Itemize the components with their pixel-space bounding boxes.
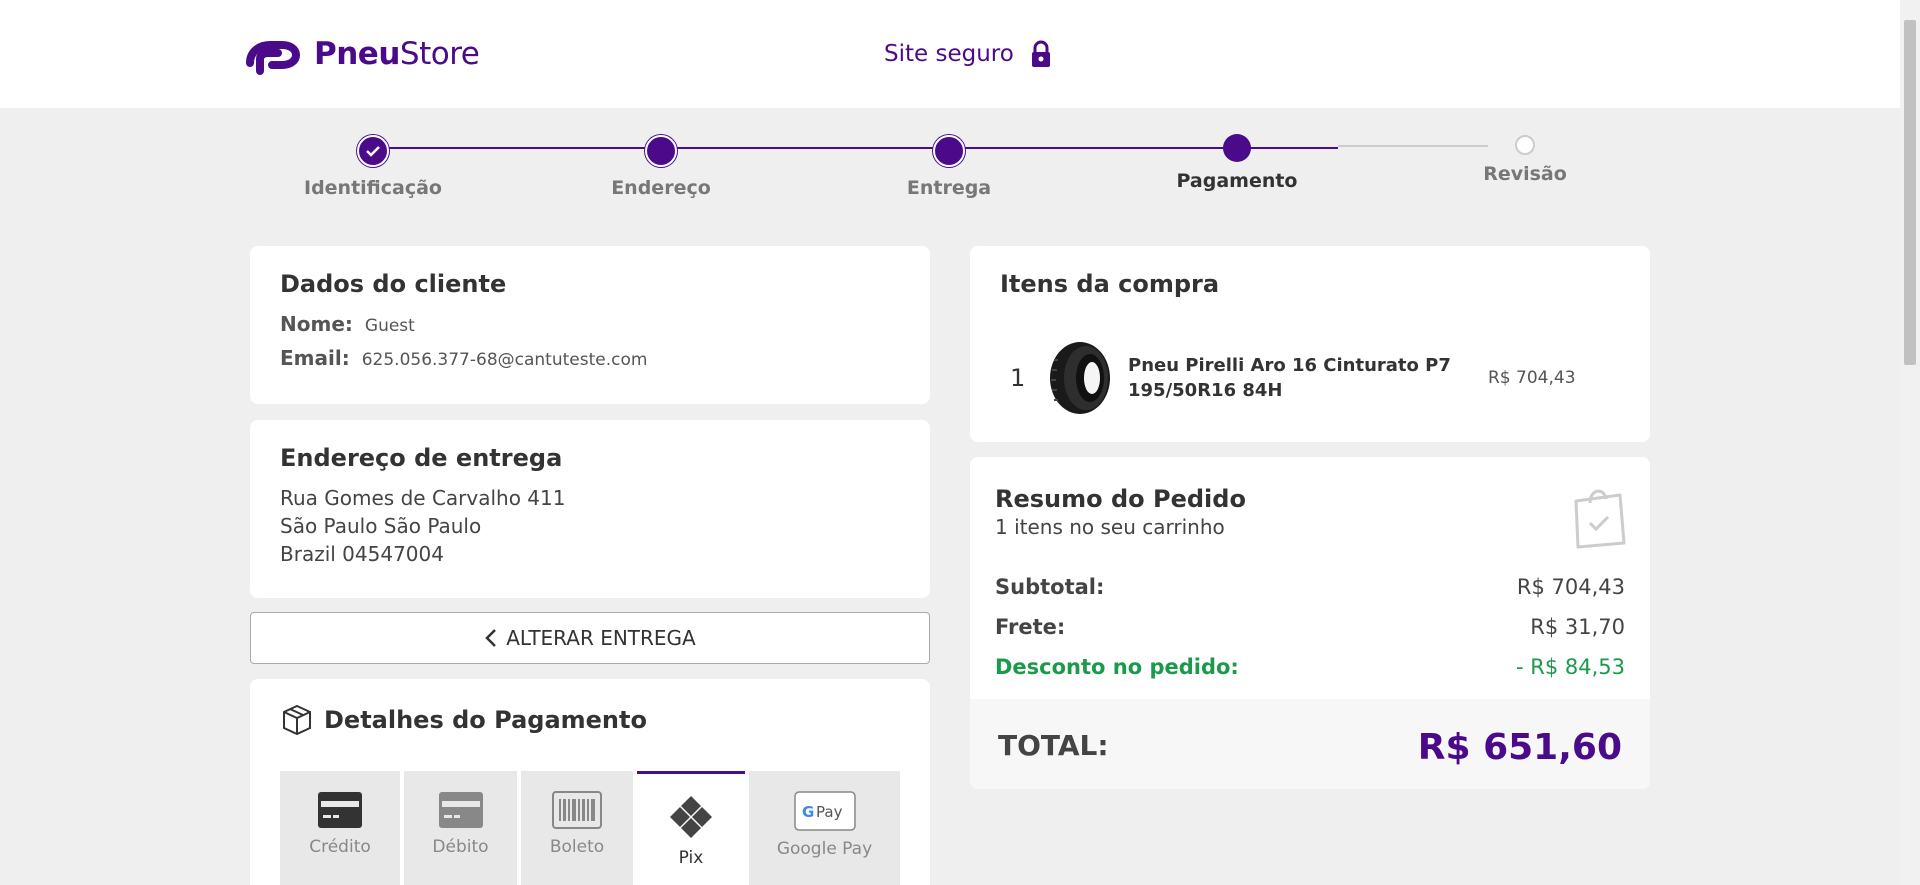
step-check-icon bbox=[357, 135, 389, 167]
package-icon bbox=[283, 704, 311, 736]
step-label: Endereço bbox=[611, 177, 711, 199]
barcode-icon bbox=[552, 791, 602, 829]
tab-debito[interactable]: Débito bbox=[404, 771, 517, 885]
step-dot-active bbox=[1223, 134, 1251, 162]
address-line: Rua Gomes de Carvalho 411 bbox=[280, 486, 566, 510]
scrollbar-thumb[interactable] bbox=[1904, 20, 1916, 365]
customer-card: Dados do cliente Nome: Guest Email: 625.… bbox=[250, 246, 930, 404]
tab-label: Boleto bbox=[549, 837, 605, 857]
customer-email-row: Email: 625.056.377-68@cantuteste.com bbox=[280, 346, 900, 370]
customer-title: Dados do cliente bbox=[280, 270, 507, 298]
lock-icon bbox=[1031, 40, 1050, 67]
change-delivery-label: ALTERAR ENTREGA bbox=[506, 626, 696, 650]
checkout-stepper: Identificação Endereço Entrega Pagamento… bbox=[250, 130, 1600, 210]
step-label: Entrega bbox=[906, 177, 992, 199]
customer-name-row: Nome: Guest bbox=[280, 312, 900, 336]
list-item: 1 Pneu Pirelli Aro 16 Cinturato P7 195/5… bbox=[1000, 338, 1620, 418]
step-dot-pending bbox=[1515, 135, 1535, 155]
discount-value: - R$ 84,53 bbox=[1516, 655, 1625, 679]
step-entrega: Entrega bbox=[859, 135, 1039, 199]
subtotal-value: R$ 704,43 bbox=[1516, 575, 1625, 599]
customer-email-label: Email: bbox=[280, 346, 350, 370]
summary-title: Resumo do Pedido bbox=[995, 485, 1246, 513]
payment-title-row: Detalhes do Pagamento bbox=[280, 703, 900, 737]
discount-label: Desconto no pedido: bbox=[995, 655, 1239, 679]
total-label: TOTAL: bbox=[998, 729, 1109, 762]
tab-pix[interactable]: Pix bbox=[637, 771, 745, 885]
tab-credito[interactable]: Crédito bbox=[280, 771, 400, 885]
customer-email-value: 625.056.377-68@cantuteste.com bbox=[361, 350, 648, 370]
customer-name-label: Nome: bbox=[280, 312, 353, 336]
step-dot bbox=[645, 135, 677, 167]
subtotal-label: Subtotal: bbox=[995, 575, 1105, 599]
customer-name-value: Guest bbox=[364, 316, 415, 336]
page-scrollbar[interactable] bbox=[1900, 0, 1920, 885]
tab-google-pay[interactable]: G Pay Google Pay bbox=[749, 771, 900, 885]
tab-label: Pix bbox=[678, 848, 704, 868]
item-quantity: 1 bbox=[1010, 364, 1026, 392]
total-bar: TOTAL: R$ 651,60 bbox=[970, 699, 1650, 789]
delivery-address-card: Endereço de entrega Rua Gomes de Carvalh… bbox=[250, 420, 930, 598]
change-delivery-button[interactable]: ALTERAR ENTREGA bbox=[250, 612, 930, 664]
step-endereco: Endereço bbox=[571, 135, 751, 199]
order-summary-card: Resumo do Pedido 1 itens no seu carrinho… bbox=[970, 457, 1650, 789]
tab-boleto[interactable]: Boleto bbox=[521, 771, 633, 885]
summary-subtitle: 1 itens no seu carrinho bbox=[995, 515, 1225, 539]
step-label: Pagamento bbox=[1176, 170, 1298, 192]
debit-card-icon bbox=[438, 792, 483, 828]
shipping-row: Frete: R$ 31,70 bbox=[995, 615, 1625, 639]
payment-method-tabs: Crédito Débito Boleto Pix G Pay Google P… bbox=[280, 771, 904, 885]
shipping-label: Frete: bbox=[995, 615, 1066, 639]
payment-details-card: Detalhes do Pagamento Crédito Débito Bol… bbox=[250, 679, 930, 885]
address-lines: Rua Gomes de Carvalho 411 São Paulo São … bbox=[280, 484, 900, 568]
site-header: PneuStore Site seguro bbox=[0, 0, 1900, 108]
svg-text:G: G bbox=[802, 803, 814, 821]
items-title: Itens da compra bbox=[1000, 270, 1220, 298]
secure-site-label: Site seguro bbox=[884, 41, 1014, 67]
brand-logo-icon bbox=[246, 41, 301, 75]
shipping-value: R$ 31,70 bbox=[1530, 615, 1625, 639]
step-identificacao: Identificação bbox=[283, 135, 463, 199]
svg-text:Pay: Pay bbox=[816, 803, 843, 821]
address-line: São Paulo São Paulo bbox=[280, 514, 482, 538]
tab-label: Crédito bbox=[309, 837, 371, 857]
step-revisao: Revisão bbox=[1435, 135, 1615, 185]
credit-card-icon bbox=[318, 792, 362, 828]
purchase-items-card: Itens da compra 1 Pneu Pirelli Aro 16 Ci… bbox=[970, 246, 1650, 442]
secure-site-indicator: Site seguro bbox=[884, 40, 1052, 68]
total-value: R$ 651,60 bbox=[1417, 727, 1622, 768]
brand-logo[interactable]: PneuStore bbox=[242, 33, 480, 75]
item-name[interactable]: Pneu Pirelli Aro 16 Cinturato P7 195/50R… bbox=[1128, 353, 1468, 403]
payment-title: Detalhes do Pagamento bbox=[324, 706, 647, 734]
subtotal-row: Subtotal: R$ 704,43 bbox=[995, 575, 1625, 599]
item-price: R$ 704,43 bbox=[1488, 368, 1576, 388]
step-dot bbox=[933, 135, 965, 167]
address-title: Endereço de entrega bbox=[280, 444, 563, 472]
tab-label: Google Pay bbox=[776, 839, 873, 859]
shopping-bag-icon bbox=[1574, 489, 1626, 549]
google-pay-icon: G Pay bbox=[793, 791, 856, 831]
chevron-left-icon bbox=[485, 629, 497, 647]
pix-icon bbox=[670, 796, 712, 838]
brand-name: PneuStore bbox=[314, 36, 480, 72]
step-pagamento: Pagamento bbox=[1147, 134, 1327, 192]
tab-label: Débito bbox=[432, 837, 489, 857]
step-label: Identificação bbox=[304, 177, 442, 199]
address-line: Brazil 04547004 bbox=[280, 542, 444, 566]
tire-image bbox=[1050, 342, 1110, 414]
discount-row: Desconto no pedido: - R$ 84,53 bbox=[995, 655, 1625, 679]
step-label: Revisão bbox=[1483, 163, 1567, 185]
